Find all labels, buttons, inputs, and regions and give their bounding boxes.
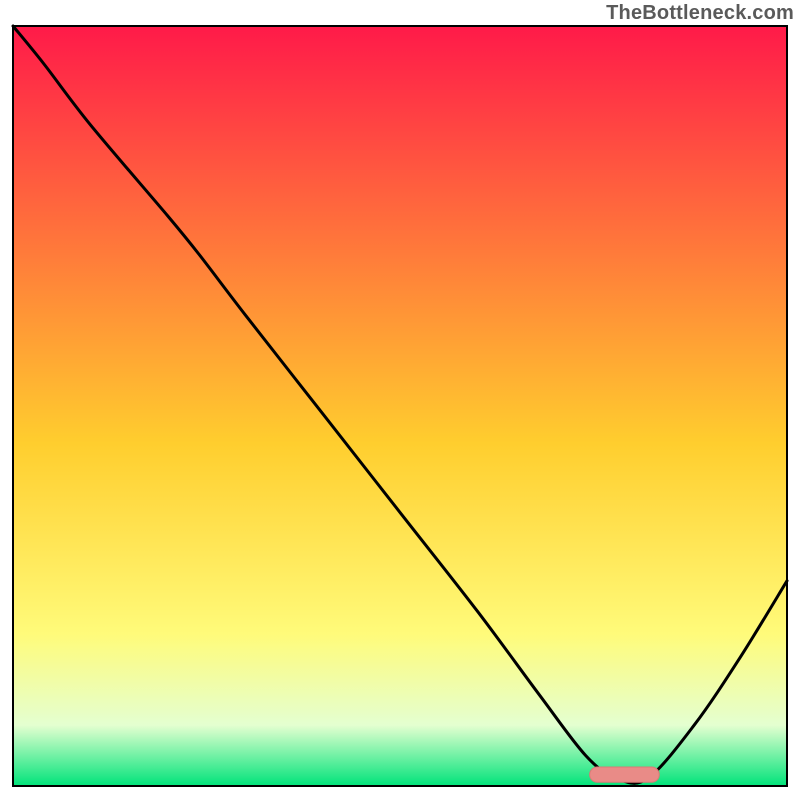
optimal-marker bbox=[590, 767, 660, 782]
bottleneck-chart bbox=[0, 0, 800, 800]
watermark-label: TheBottleneck.com bbox=[606, 2, 794, 25]
chart-stage: TheBottleneck.com bbox=[0, 0, 800, 800]
plot-background bbox=[13, 26, 787, 786]
